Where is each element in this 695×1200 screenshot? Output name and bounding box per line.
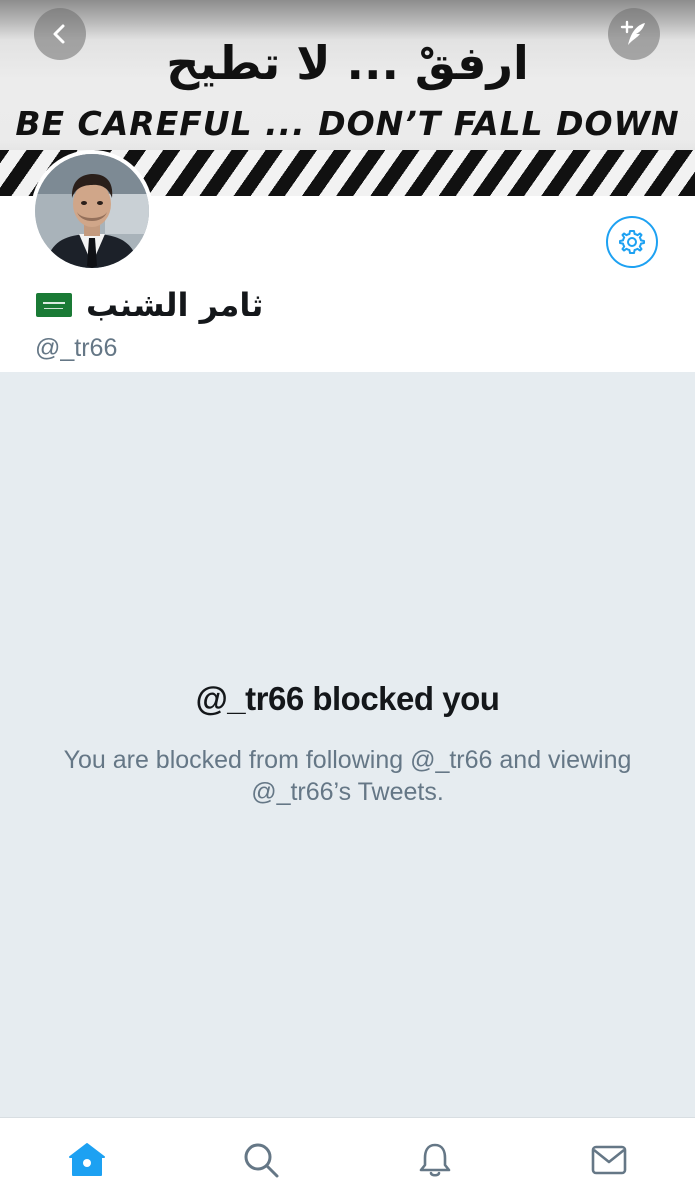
bell-icon	[419, 1143, 451, 1177]
back-button[interactable]	[34, 8, 86, 60]
compose-tweet-button[interactable]	[608, 8, 660, 60]
blocked-title: @_tr66 blocked you	[195, 680, 500, 717]
gear-icon	[619, 230, 645, 254]
banner-arabic-text: ارفقْ ... لا تطيح	[166, 36, 529, 90]
compose-tweet-icon	[620, 20, 645, 45]
profile-display-name: ثامر الشنب	[86, 286, 264, 324]
tab-home[interactable]	[67, 1140, 107, 1180]
tab-notifications[interactable]	[415, 1140, 455, 1180]
settings-button[interactable]	[606, 216, 658, 268]
saudi-arabia-flag-icon	[36, 293, 72, 317]
bottom-tab-bar	[0, 1117, 695, 1200]
profile-handle: @_tr66	[35, 334, 118, 362]
search-icon	[244, 1143, 279, 1178]
blocked-description: You are blocked from following @_tr66 an…	[63, 746, 632, 806]
banner-english-text: BE CAREFUL ... DON’T FALL DOWN	[15, 104, 680, 143]
chevron-left-icon	[53, 24, 65, 44]
tab-messages[interactable]	[589, 1140, 629, 1180]
tab-search[interactable]	[241, 1140, 281, 1180]
profile-name-row: ثامر الشنب	[36, 286, 263, 324]
mail-icon	[591, 1145, 627, 1175]
avatar-photo	[35, 154, 149, 268]
home-icon	[69, 1143, 105, 1176]
avatar[interactable]	[31, 150, 153, 272]
